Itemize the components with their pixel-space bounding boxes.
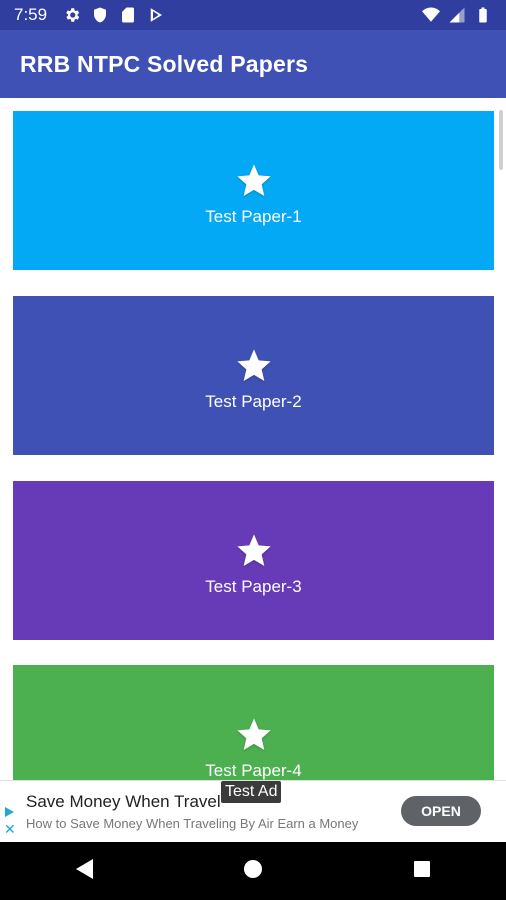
status-bar: 7:59 <box>0 0 506 30</box>
test-paper-4-card[interactable]: Test Paper-4 <box>13 665 494 780</box>
star-icon <box>234 531 274 571</box>
back-button[interactable] <box>54 851 114 891</box>
test-paper-3-card[interactable]: Test Paper-3 <box>13 481 494 640</box>
test-ad-badge: Test Ad <box>221 781 282 803</box>
wifi-icon <box>422 6 440 24</box>
paper-list[interactable]: Test Paper-1 Test Paper-2 Test Paper-3 T… <box>0 98 506 780</box>
card-label: Test Paper-1 <box>205 206 302 226</box>
back-icon <box>73 857 95 886</box>
sd-card-icon <box>119 6 137 24</box>
app-title: RRB NTPC Solved Papers <box>20 50 309 77</box>
status-right <box>422 6 492 24</box>
ad-open-button[interactable]: OPEN <box>401 796 481 826</box>
recents-button[interactable] <box>392 851 452 891</box>
test-paper-1-card[interactable]: Test Paper-1 <box>13 111 494 270</box>
home-icon <box>242 858 264 885</box>
app-bar: RRB NTPC Solved Papers <box>0 30 506 98</box>
shield-icon <box>91 6 109 24</box>
signal-icon <box>448 6 466 24</box>
home-button[interactable] <box>223 851 283 891</box>
star-icon <box>234 161 274 201</box>
navigation-bar <box>0 842 506 900</box>
star-icon <box>234 346 274 386</box>
card-label: Test Paper-2 <box>205 391 302 411</box>
ad-description: How to Save Money When Traveling By Air … <box>26 816 359 831</box>
card-label: Test Paper-4 <box>205 760 302 780</box>
play-store-icon <box>147 6 165 24</box>
status-left: 7:59 <box>14 5 165 25</box>
card-label: Test Paper-3 <box>205 576 302 596</box>
ad-title[interactable]: Save Money When Travel <box>26 792 221 812</box>
gear-icon <box>63 6 81 24</box>
ad-choices-icon[interactable] <box>4 805 16 817</box>
ad-banner[interactable]: ✕ Save Money When Travel How to Save Mon… <box>0 780 506 842</box>
status-time: 7:59 <box>14 5 48 24</box>
battery-icon <box>474 6 492 24</box>
recents-icon <box>412 859 432 884</box>
test-paper-2-card[interactable]: Test Paper-2 <box>13 296 494 455</box>
scrollbar[interactable] <box>499 110 503 170</box>
star-icon <box>234 715 274 755</box>
ad-close-icon[interactable]: ✕ <box>4 822 16 836</box>
